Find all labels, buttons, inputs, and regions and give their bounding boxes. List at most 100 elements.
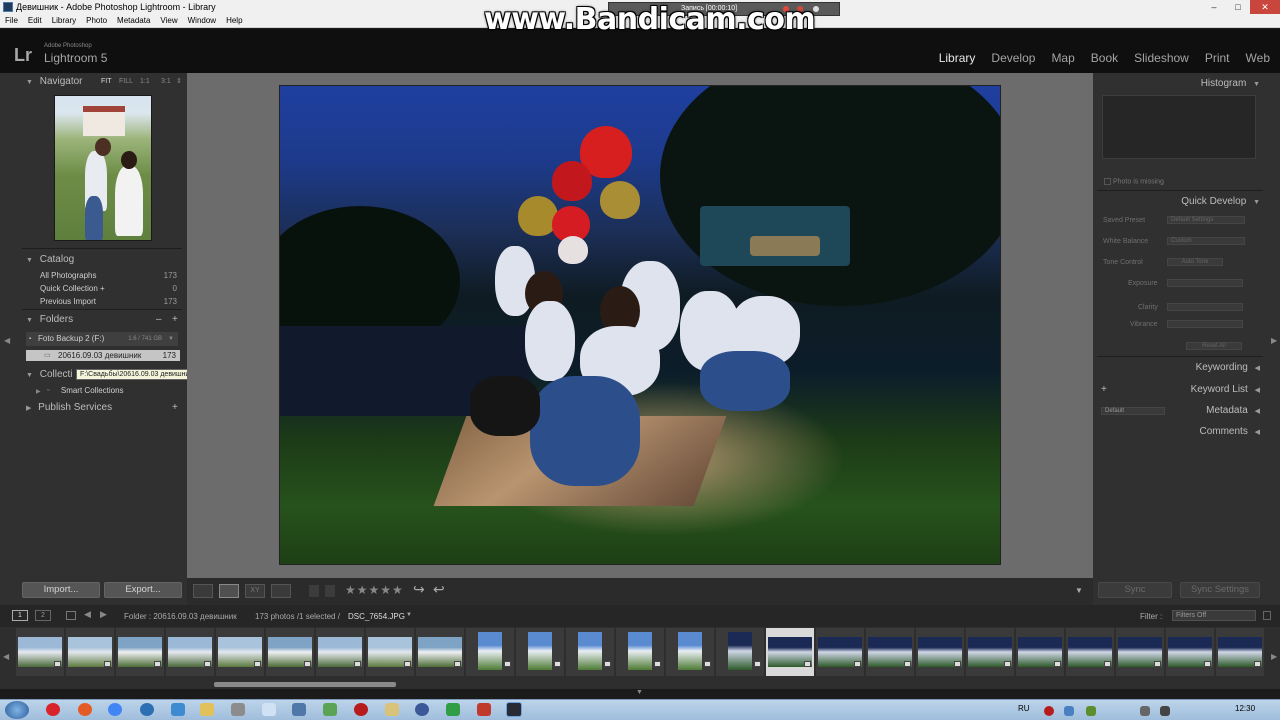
filmstrip-thumbnail[interactable] bbox=[316, 628, 364, 676]
clarity-stepper[interactable] bbox=[1167, 303, 1243, 311]
rating-stars[interactable]: ★★★★★ bbox=[345, 583, 404, 597]
filmstrip-thumbnail[interactable] bbox=[1116, 628, 1164, 676]
close-button[interactable]: ✕ bbox=[1250, 0, 1280, 14]
rotate-left-icon[interactable]: ↪ bbox=[413, 581, 425, 598]
quick-develop-header[interactable]: Quick Develop ▼ bbox=[1100, 194, 1260, 210]
white-balance-select[interactable]: Custom bbox=[1167, 237, 1245, 245]
exposure-stepper[interactable] bbox=[1167, 279, 1243, 287]
filmstrip-thumbnail[interactable] bbox=[66, 628, 114, 676]
filmstrip-thumbnail[interactable] bbox=[666, 628, 714, 676]
filmstrip-thumbnail[interactable] bbox=[116, 628, 164, 676]
add-keyword-button[interactable]: + bbox=[1101, 382, 1107, 398]
clock[interactable]: 12:30 bbox=[1235, 704, 1255, 713]
filmstrip-scroll-right-icon[interactable]: ▶ bbox=[1271, 652, 1277, 661]
add-folder-button[interactable]: + bbox=[172, 312, 178, 328]
filmstrip-scroll-left-icon[interactable]: ◀ bbox=[3, 652, 9, 661]
filmstrip-thumbnail[interactable] bbox=[966, 628, 1014, 676]
menu-photo[interactable]: Photo bbox=[86, 14, 107, 27]
filmstrip-thumbnail[interactable] bbox=[1216, 628, 1264, 676]
module-web[interactable]: Web bbox=[1246, 51, 1270, 65]
compare-view-icon[interactable]: XY bbox=[245, 584, 265, 598]
chrome-icon[interactable] bbox=[108, 703, 122, 716]
navigator-header[interactable]: ▼ Navigator FIT FILL 1:1 3:1 ⇕ bbox=[26, 74, 182, 90]
tool-icon[interactable] bbox=[231, 703, 245, 716]
window-2-button[interactable]: 2 bbox=[35, 610, 51, 621]
volume-row[interactable]: ▪ Foto Backup 2 (F:) 1.6 / 741 GB ▼ bbox=[26, 332, 178, 346]
sync-button[interactable]: Sync bbox=[1098, 582, 1172, 598]
filmstrip-thumbnail[interactable] bbox=[466, 628, 514, 676]
module-map[interactable]: Map bbox=[1051, 51, 1074, 65]
firefox-icon[interactable] bbox=[78, 703, 92, 716]
folders-header[interactable]: ▼ Folders – + bbox=[26, 312, 182, 328]
histogram-header[interactable]: Histogram ▼ bbox=[1100, 76, 1260, 92]
filmstrip-thumbnail[interactable] bbox=[566, 628, 614, 676]
filename-dropdown-icon[interactable]: ▼ bbox=[406, 612, 412, 618]
catalog-header[interactable]: ▼ Catalog bbox=[26, 252, 182, 268]
app-icon-5[interactable] bbox=[446, 703, 460, 716]
folder-row-selected[interactable]: ▭ 20616.09.03 девишник 173 bbox=[26, 350, 180, 361]
start-button[interactable] bbox=[5, 701, 29, 719]
app-icon-2[interactable] bbox=[323, 703, 337, 716]
module-library[interactable]: Library bbox=[939, 51, 976, 65]
menu-metadata[interactable]: Metadata bbox=[117, 14, 150, 27]
module-slideshow[interactable]: Slideshow bbox=[1134, 51, 1189, 65]
tray-icon-1[interactable] bbox=[1064, 706, 1074, 716]
module-book[interactable]: Book bbox=[1091, 51, 1118, 65]
sync-settings-button[interactable]: Sync Settings bbox=[1180, 582, 1260, 598]
zoom-3-1[interactable]: 3:1 bbox=[161, 74, 171, 90]
ie-icon[interactable] bbox=[140, 703, 154, 716]
menu-library[interactable]: Library bbox=[52, 14, 76, 27]
selected-filename[interactable]: DSC_7654.JPG bbox=[348, 612, 405, 621]
keyword-list-header[interactable]: + Keyword List ◀ bbox=[1100, 382, 1260, 398]
navigator-preview[interactable] bbox=[54, 95, 152, 241]
zoom-1-1[interactable]: 1:1 bbox=[140, 74, 150, 90]
rotate-right-icon[interactable]: ↩ bbox=[433, 581, 445, 598]
app-icon-4[interactable] bbox=[415, 703, 429, 716]
filmstrip-thumbnail[interactable] bbox=[716, 628, 764, 676]
zoom-menu-icon[interactable]: ⇕ bbox=[176, 74, 182, 90]
filmstrip-thumbnail[interactable] bbox=[1066, 628, 1114, 676]
filter-select[interactable]: Filters Off bbox=[1172, 610, 1256, 621]
filmstrip-thumbnail[interactable] bbox=[216, 628, 264, 676]
comments-header[interactable]: Comments ◀ bbox=[1100, 424, 1260, 440]
right-panel-collapse-icon[interactable]: ▶ bbox=[1271, 336, 1277, 345]
keywording-header[interactable]: Keywording ◀ bbox=[1100, 360, 1260, 376]
module-print[interactable]: Print bbox=[1205, 51, 1230, 65]
filmstrip-thumbnail[interactable] bbox=[1166, 628, 1214, 676]
menu-window[interactable]: Window bbox=[188, 14, 216, 27]
catalog-item-all[interactable]: All Photographs 173 bbox=[40, 270, 177, 281]
flag-pick-icon[interactable] bbox=[309, 585, 319, 597]
saved-preset-select[interactable]: Default Settings bbox=[1167, 216, 1245, 224]
filmstrip-thumbnail[interactable] bbox=[916, 628, 964, 676]
menu-file[interactable]: File bbox=[5, 14, 18, 27]
survey-view-icon[interactable] bbox=[271, 584, 291, 598]
app-icon-6[interactable] bbox=[477, 703, 491, 716]
filmstrip-hide-icon[interactable]: ▼ bbox=[636, 689, 643, 696]
flag-reject-icon[interactable] bbox=[325, 585, 335, 597]
filmstrip-thumbnail[interactable] bbox=[416, 628, 464, 676]
filter-lock-icon[interactable] bbox=[1263, 611, 1271, 620]
tray-icon-2[interactable] bbox=[1086, 706, 1096, 716]
tray-record-icon[interactable] bbox=[1044, 706, 1054, 716]
menu-edit[interactable]: Edit bbox=[28, 14, 42, 27]
document-icon[interactable] bbox=[262, 703, 276, 716]
filmstrip-scrollbar[interactable] bbox=[214, 682, 396, 687]
filmstrip-thumbnail[interactable] bbox=[866, 628, 914, 676]
add-publish-service-button[interactable]: + bbox=[172, 400, 178, 416]
zoom-fill[interactable]: FILL bbox=[119, 74, 133, 90]
reset-all-button[interactable]: Reset All bbox=[1186, 342, 1242, 350]
maximize-button[interactable]: □ bbox=[1226, 0, 1250, 14]
filmstrip-thumbnail[interactable] bbox=[1016, 628, 1064, 676]
filmstrip-thumbnail[interactable] bbox=[166, 628, 214, 676]
tray-network-icon[interactable] bbox=[1140, 706, 1150, 716]
filmstrip-thumbnail[interactable] bbox=[366, 628, 414, 676]
checkbox-icon[interactable] bbox=[1104, 178, 1111, 185]
publish-services-header[interactable]: ▶ Publish Services + bbox=[26, 400, 182, 416]
remove-folder-button[interactable]: – bbox=[156, 312, 162, 328]
main-photo[interactable] bbox=[279, 85, 1001, 565]
back-arrow-icon[interactable]: ◀ bbox=[84, 609, 91, 620]
metadata-preset-select[interactable]: Default bbox=[1101, 407, 1165, 415]
filmstrip-thumbnail[interactable] bbox=[266, 628, 314, 676]
lightroom-task-icon[interactable] bbox=[506, 702, 522, 717]
bandicam-icon[interactable] bbox=[354, 703, 368, 716]
